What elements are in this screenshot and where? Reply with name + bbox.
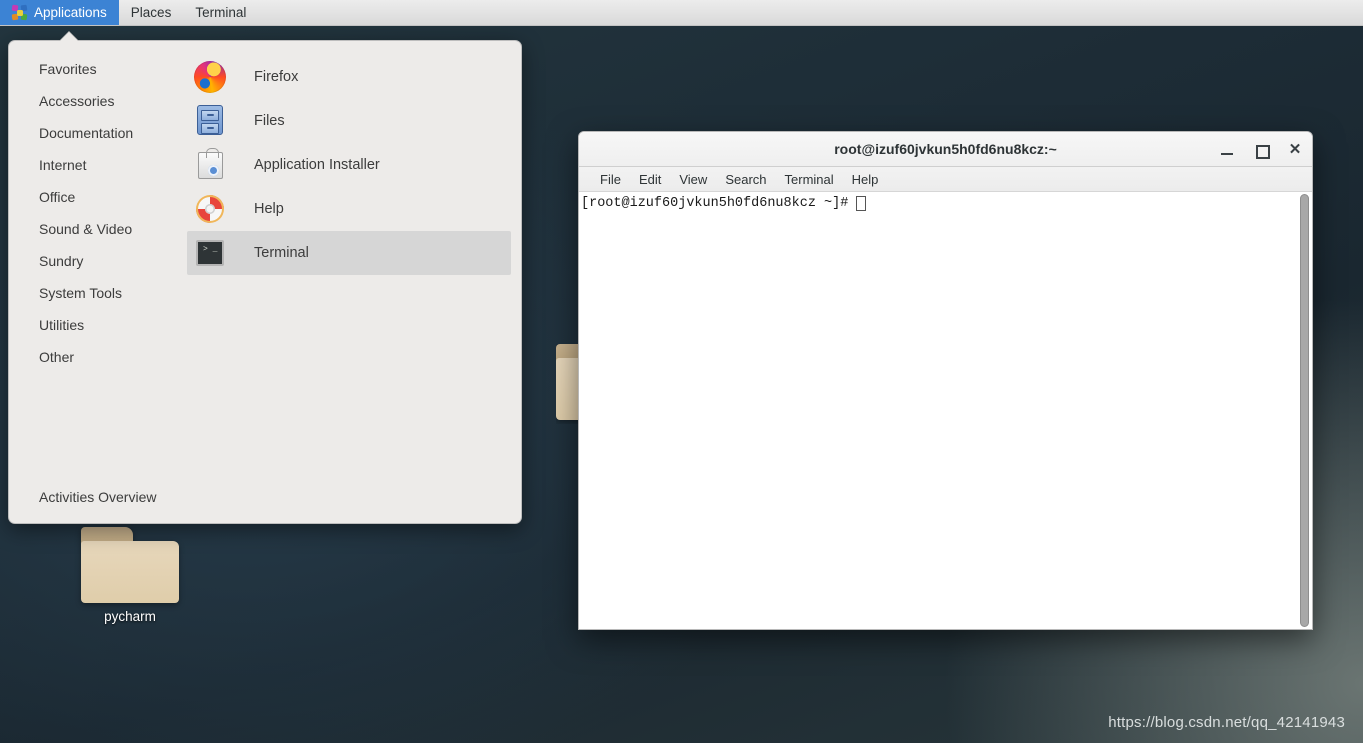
menu-view[interactable]: View <box>670 172 716 187</box>
activities-overview-label: Activities Overview <box>39 489 157 505</box>
menu-edit[interactable]: Edit <box>630 172 670 187</box>
menu-file[interactable]: File <box>591 172 630 187</box>
category-system-tools[interactable]: System Tools <box>9 277 187 309</box>
app-item-files[interactable]: Files <box>187 99 511 143</box>
menu-arrow <box>59 32 79 42</box>
desktop-icon-pycharm[interactable]: pycharm <box>70 527 190 624</box>
app-item-label: Application Installer <box>254 157 380 173</box>
app-item-terminal[interactable]: Terminal <box>187 231 511 275</box>
folder-icon <box>81 527 179 603</box>
terminal-prompt-line: [root@izuf60jvkun5h0fd6nu8kcz ~]# <box>581 196 1312 211</box>
category-accessories[interactable]: Accessories <box>9 85 187 117</box>
files-cabinet-icon <box>194 105 226 137</box>
close-icon[interactable]: ✕ <box>1286 141 1304 159</box>
help-lifebuoy-icon <box>194 193 226 225</box>
category-sundry[interactable]: Sundry <box>9 245 187 277</box>
menu-help[interactable]: Help <box>843 172 888 187</box>
panel-item-places-label: Places <box>130 5 172 20</box>
menu-search[interactable]: Search <box>716 172 775 187</box>
minimize-icon[interactable] <box>1218 141 1236 159</box>
app-item-label: Firefox <box>254 69 299 85</box>
window-controls: ✕ <box>1218 132 1304 167</box>
app-item-label: Terminal <box>254 245 309 261</box>
panel-item-applications-label: Applications <box>34 5 107 20</box>
category-documentation[interactable]: Documentation <box>9 117 187 149</box>
terminal-output-area[interactable]: [root@izuf60jvkun5h0fd6nu8kcz ~]# <box>579 192 1312 629</box>
app-item-label: Files <box>254 113 285 129</box>
terminal-menubar: File Edit View Search Terminal Help <box>579 167 1312 192</box>
menu-terminal[interactable]: Terminal <box>776 172 843 187</box>
category-favorites[interactable]: Favorites <box>9 53 187 85</box>
app-item-label: Help <box>254 201 284 217</box>
terminal-window[interactable]: root@izuf60jvkun5h0fd6nu8kcz:~ ✕ File Ed… <box>578 131 1313 630</box>
category-other[interactable]: Other <box>9 341 187 373</box>
terminal-titlebar[interactable]: root@izuf60jvkun5h0fd6nu8kcz:~ ✕ <box>579 132 1312 167</box>
category-list: Favorites Accessories Documentation Inte… <box>9 53 187 373</box>
applications-pinwheel-icon <box>11 4 28 21</box>
firefox-icon <box>194 61 226 93</box>
panel-item-terminal-label: Terminal <box>195 5 247 20</box>
desktop-icon-label: pycharm <box>104 609 156 624</box>
terminal-scrollbar[interactable] <box>1299 194 1310 627</box>
terminal-title: root@izuf60jvkun5h0fd6nu8kcz:~ <box>834 141 1057 157</box>
category-office[interactable]: Office <box>9 181 187 213</box>
terminal-prompt-text: [root@izuf60jvkun5h0fd6nu8kcz ~]# <box>581 196 849 211</box>
top-panel: Applications Places Terminal <box>0 0 1363 26</box>
category-sound-video[interactable]: Sound & Video <box>9 213 187 245</box>
panel-item-terminal[interactable]: Terminal <box>183 0 258 25</box>
category-utilities[interactable]: Utilities <box>9 309 187 341</box>
panel-item-applications[interactable]: Applications <box>0 0 119 25</box>
app-item-application-installer[interactable]: Application Installer <box>187 143 511 187</box>
terminal-scrollbar-thumb[interactable] <box>1300 194 1309 627</box>
terminal-cursor <box>856 196 867 211</box>
category-internet[interactable]: Internet <box>9 149 187 181</box>
application-list: Firefox Files Application Installer Help… <box>187 55 511 275</box>
activities-overview-button[interactable]: Activities Overview <box>9 489 521 505</box>
application-installer-icon <box>194 148 226 181</box>
terminal-icon <box>194 237 226 269</box>
maximize-icon[interactable] <box>1252 141 1270 159</box>
watermark-text: https://blog.csdn.net/qq_42141943 <box>1108 714 1345 731</box>
app-item-firefox[interactable]: Firefox <box>187 55 511 99</box>
app-item-help[interactable]: Help <box>187 187 511 231</box>
applications-menu: Favorites Accessories Documentation Inte… <box>8 32 522 524</box>
panel-item-places[interactable]: Places <box>119 0 184 25</box>
